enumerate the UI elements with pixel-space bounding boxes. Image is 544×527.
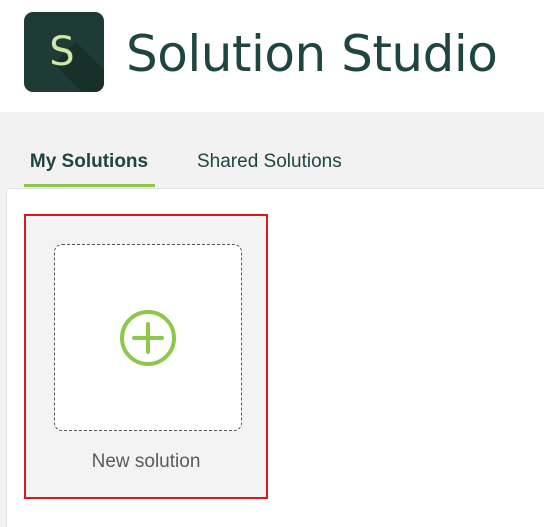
new-solution-card[interactable]: New solution xyxy=(24,214,268,499)
tab-bar: My Solutions Shared Solutions xyxy=(0,112,544,188)
logo-letter: S xyxy=(49,29,75,75)
new-solution-dropzone[interactable] xyxy=(54,244,242,431)
tab-my-solutions[interactable]: My Solutions xyxy=(24,150,154,186)
new-solution-label: New solution xyxy=(91,451,201,472)
plus-circle-icon[interactable] xyxy=(118,308,178,368)
app-logo-icon: S xyxy=(24,12,104,92)
solution-studio-page: S Solution Studio My Solutions Shared So… xyxy=(0,0,544,527)
app-header: S Solution Studio xyxy=(0,0,544,112)
app-title: Solution Studio xyxy=(126,25,498,83)
active-tab-indicator xyxy=(24,184,155,187)
tab-shared-solutions[interactable]: Shared Solutions xyxy=(197,150,342,186)
